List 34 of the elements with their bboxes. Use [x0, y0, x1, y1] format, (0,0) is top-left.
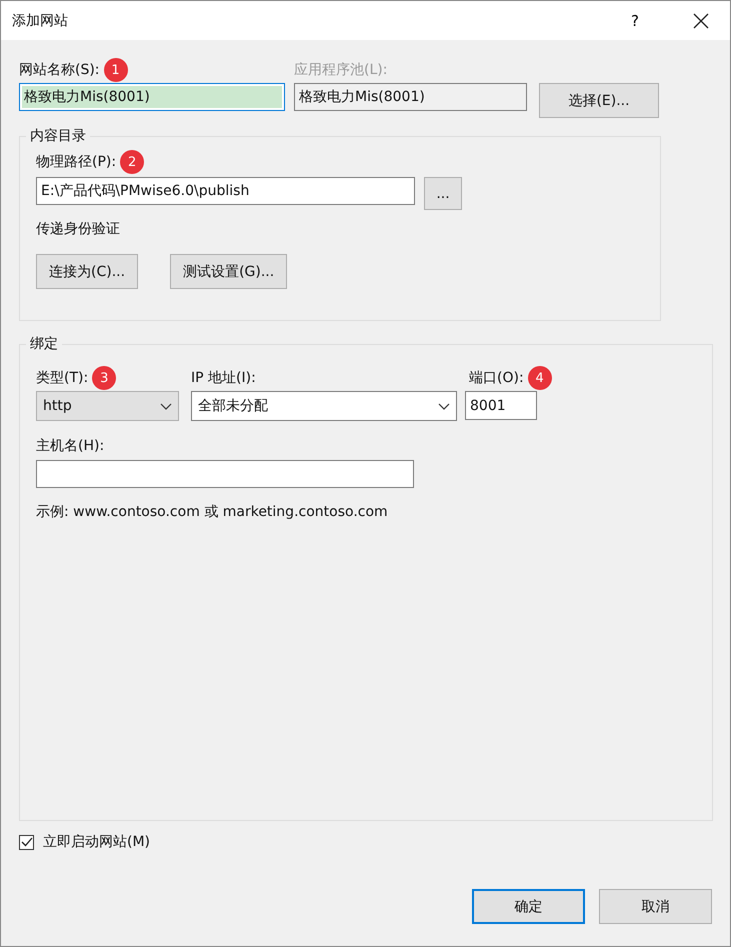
- close-icon[interactable]: [693, 12, 709, 28]
- app-pool-label: 应用程序池(L):: [294, 61, 388, 79]
- auth-label: 传递身份验证: [36, 220, 121, 238]
- port-label: 端口(O):: [469, 369, 524, 387]
- start-now-label: 立即启动网站(M): [43, 833, 150, 851]
- number-badge: 3: [92, 366, 116, 390]
- dialog-button[interactable]: 确定: [472, 889, 585, 924]
- group-title: 内容目录: [26, 127, 90, 145]
- physical-path-label: 物理路径(P):: [36, 153, 116, 171]
- number-badge: 4: [528, 366, 552, 390]
- auth-button[interactable]: 测试设置(G)...: [170, 254, 288, 289]
- site-name-field[interactable]: 格致电力Mis(8001): [19, 83, 285, 111]
- site-name-label: 网站名称(S):: [19, 61, 100, 79]
- auth-button[interactable]: 连接为(C)...: [36, 254, 138, 289]
- number-badge: 2: [120, 150, 144, 174]
- ip-address-label: IP 地址(I):: [191, 369, 256, 387]
- select-button[interactable]: 选择(E)...: [539, 83, 659, 118]
- number-badge: 1: [104, 58, 128, 82]
- chevron-icon: [160, 402, 172, 410]
- browse-button[interactable]: ...: [424, 177, 462, 210]
- type-dropdown[interactable]: http: [36, 391, 179, 421]
- host-name-label: 主机名(H):: [36, 437, 106, 455]
- physical-path-field[interactable]: E:\产品代码\PMwise6.0\publish: [36, 177, 415, 205]
- checkbox[interactable]: [19, 834, 34, 850]
- example-text: 示例: www.contoso.com 或 marketing.contoso.com: [36, 503, 389, 521]
- port-field[interactable]: 8001: [465, 391, 537, 420]
- group-title: 绑定: [26, 335, 62, 353]
- help-button[interactable]: ?: [631, 12, 639, 30]
- dialog-button[interactable]: 取消: [599, 889, 712, 924]
- type-label: 类型(T):: [36, 369, 88, 387]
- host-name-field[interactable]: [36, 460, 414, 488]
- window-title: 添加网站: [12, 12, 69, 30]
- chevron-icon: [438, 402, 450, 410]
- ip-address-dropdown[interactable]: 全部未分配: [191, 391, 457, 421]
